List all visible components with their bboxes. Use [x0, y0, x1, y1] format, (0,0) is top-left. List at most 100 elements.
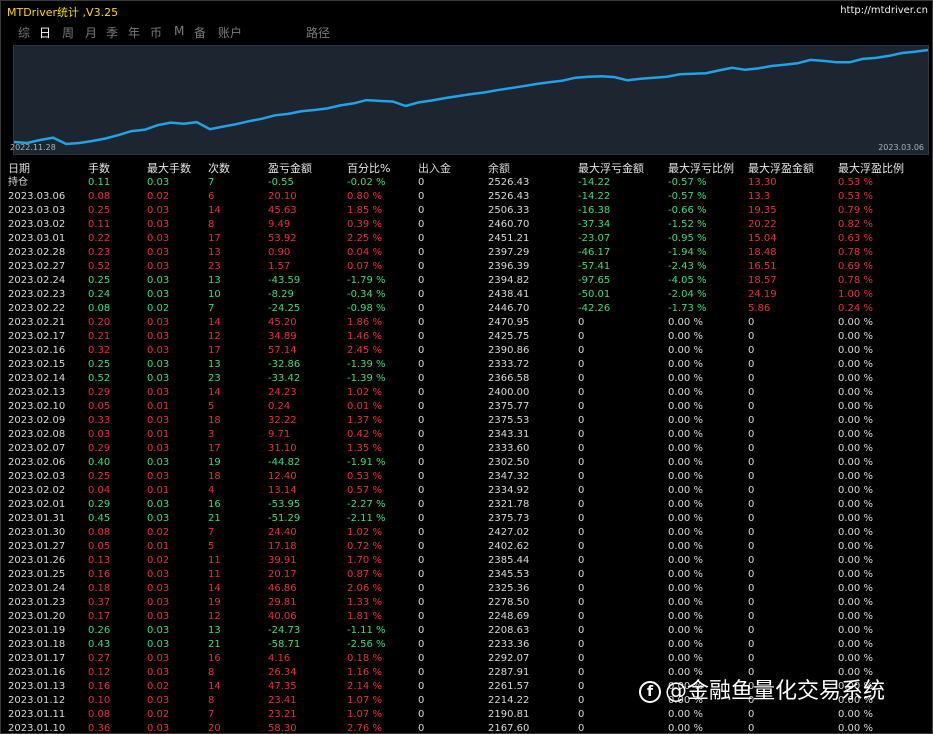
- table-cell-col-7: 2345.53: [488, 569, 530, 580]
- table-cell-col-4: -24.25: [268, 303, 301, 314]
- column-header-11[interactable]: 最大浮盈比例: [838, 162, 904, 176]
- table-row[interactable]: 2023.02.01 0.29 0.03 16 -53.95 -2.27 % 0 2321.7…: [8, 498, 932, 512]
- table-row[interactable]: 2023.02.14 0.52 0.03 23 -33.42 -1.39 % 0 2366.5…: [8, 372, 932, 386]
- table-cell-col-5: -2.56 %: [347, 639, 386, 650]
- menu-item-9[interactable]: 账户: [218, 24, 242, 41]
- table-cell-col-10: 0: [748, 415, 755, 426]
- menu-item-0[interactable]: 综: [18, 24, 30, 41]
- table-cell-col-4: 0.24: [268, 401, 291, 412]
- table-cell-col-8: 0: [578, 611, 585, 622]
- table-cell-col-3: 6: [208, 191, 215, 202]
- table-row[interactable]: 2023.02.27 0.52 0.03 23 1.57 0.07 % 0 2396.39 -5…: [8, 260, 932, 274]
- table-row[interactable]: 2023.01.27 0.05 0.01 5 17.18 0.72 % 0 2402.62 0 0…: [8, 540, 932, 554]
- table-row[interactable]: 2023.01.24 0.18 0.03 14 46.86 2.06 % 0 2325.36 0…: [8, 582, 932, 596]
- table-row[interactable]: 2023.01.11 0.08 0.02 7 23.21 1.07 % 0 2190.81 0 0…: [8, 708, 932, 722]
- table-cell-col-7: 2287.91: [488, 667, 530, 678]
- column-header-3[interactable]: 次数: [208, 162, 230, 176]
- menu-item-5[interactable]: 年: [128, 24, 140, 41]
- table-cell-col-1: 0.05: [88, 541, 111, 552]
- menu-item-7[interactable]: M: [174, 24, 184, 38]
- table-row[interactable]: 2023.02.28 0.23 0.03 13 0.90 0.04 % 0 2397.29 -4…: [8, 246, 932, 260]
- website-link[interactable]: http://mtdriver.cn: [840, 5, 928, 16]
- menu-item-10[interactable]: 路径: [306, 24, 330, 41]
- column-header-6[interactable]: 出入金: [418, 162, 451, 176]
- column-header-9[interactable]: 最大浮亏比例: [668, 162, 734, 176]
- column-header-2[interactable]: 最大手数: [147, 162, 191, 176]
- table-cell-col-6: 0: [418, 191, 425, 202]
- table-cell-col-0: 2023.02.08: [8, 429, 66, 440]
- column-header-0[interactable]: 日期: [8, 162, 30, 176]
- table-row[interactable]: 2023.01.26 0.13 0.02 11 39.91 1.70 % 0 2385.44 0…: [8, 554, 932, 568]
- table-cell-col-1: 0.24: [88, 289, 111, 300]
- table-row[interactable]: 2023.01.17 0.27 0.03 16 4.16 0.18 % 0 2292.07 0 0…: [8, 652, 932, 666]
- table-cell-col-10: 0: [748, 345, 755, 356]
- menu-item-6[interactable]: 币: [150, 24, 162, 41]
- table-row[interactable]: 2023.01.23 0.37 0.03 19 29.81 1.33 % 0 2278.50 0…: [8, 596, 932, 610]
- menu-item-4[interactable]: 季: [106, 24, 118, 41]
- table-cell-col-4: 20.17: [268, 569, 297, 580]
- table-cell-col-7: 2375.73: [488, 513, 530, 524]
- table-row[interactable]: 2023.03.01 0.22 0.03 17 53.92 2.25 % 0 2451.21 -…: [8, 232, 932, 246]
- column-header-10[interactable]: 最大浮盈金额: [748, 162, 814, 176]
- table-row[interactable]: 2023.01.10 0.36 0.03 20 58.30 2.76 % 0 2167.60 0…: [8, 722, 932, 733]
- table-row[interactable]: 2023.02.03 0.25 0.03 18 12.40 0.53 % 0 2347.32 0…: [8, 470, 932, 484]
- column-header-8[interactable]: 最大浮亏金额: [578, 162, 644, 176]
- table-row[interactable]: 2023.02.13 0.29 0.03 14 24.23 1.02 % 0 2400.00 0…: [8, 386, 932, 400]
- table-cell-col-3: 8: [208, 695, 215, 706]
- table-cell-col-8: 0: [578, 415, 585, 426]
- table-row[interactable]: 2023.02.17 0.21 0.03 12 34.89 1.46 % 0 2425.75 0…: [8, 330, 932, 344]
- menu-item-2[interactable]: 周: [62, 24, 74, 41]
- table-row[interactable]: 2023.01.31 0.45 0.03 21 -51.29 -2.11 % 0 2375.7…: [8, 512, 932, 526]
- table-row[interactable]: 2023.02.21 0.20 0.03 14 45.20 1.86 % 0 2470.95 0…: [8, 316, 932, 330]
- table-cell-col-2: 0.03: [147, 345, 170, 356]
- column-header-4[interactable]: 盈亏金额: [268, 162, 312, 176]
- table-cell-col-10: 0: [748, 597, 755, 608]
- table-row[interactable]: 2023.01.18 0.43 0.03 21 -58.71 -2.56 % 0 2233.3…: [8, 638, 932, 652]
- table-row[interactable]: 2023.02.24 0.25 0.03 13 -43.59 -1.79 % 0 2394.8…: [8, 274, 932, 288]
- table-cell-col-9: 0.00 %: [668, 513, 703, 524]
- table-cell-col-5: 1.85 %: [347, 205, 382, 216]
- table-row[interactable]: 2023.02.15 0.25 0.03 13 -32.86 -1.39 % 0 2333.7…: [8, 358, 932, 372]
- menu-item-3[interactable]: 月: [85, 24, 97, 41]
- menu-item-1[interactable]: 日: [39, 24, 51, 41]
- table-cell-col-0: 2023.01.23: [8, 597, 66, 608]
- table-cell-col-6: 0: [418, 443, 425, 454]
- table-cell-col-6: 0: [418, 513, 425, 524]
- table-cell-col-1: 0.33: [88, 415, 111, 426]
- table-row[interactable]: 2023.01.25 0.16 0.03 11 20.17 0.87 % 0 2345.53 0…: [8, 568, 932, 582]
- table-row[interactable]: 2023.03.06 0.08 0.02 6 20.10 0.80 % 0 2526.43 -1…: [8, 190, 932, 204]
- table-cell-col-5: -0.98 %: [347, 303, 386, 314]
- table-row[interactable]: 2023.02.09 0.33 0.03 18 32.22 1.37 % 0 2375.53 0…: [8, 414, 932, 428]
- table-row[interactable]: 2023.02.22 0.08 0.02 7 -24.25 -0.98 % 0 2446.70…: [8, 302, 932, 316]
- table-cell-col-8: -46.17: [578, 247, 611, 258]
- table-cell-col-2: 0.03: [147, 667, 170, 678]
- table-row[interactable]: 2023.02.02 0.04 0.01 4 13.14 0.57 % 0 2334.92 0 0…: [8, 484, 932, 498]
- table-row[interactable]: 2023.03.03 0.25 0.03 14 45.63 1.85 % 0 2506.33 -…: [8, 204, 932, 218]
- table-row[interactable]: 2023.01.20 0.17 0.03 12 40.06 1.81 % 0 2248.69 0…: [8, 610, 932, 624]
- column-header-5[interactable]: 百分比%: [347, 162, 390, 176]
- table-row[interactable]: 2023.02.06 0.40 0.03 19 -44.82 -1.91 % 0 2302.5…: [8, 456, 932, 470]
- table-cell-col-2: 0.03: [147, 289, 170, 300]
- table-row[interactable]: 持仓 0.11 0.03 7 -0.55 -0.02 % 0 2526.43 -14.22 -0.…: [8, 176, 932, 190]
- column-header-1[interactable]: 手数: [88, 162, 110, 176]
- table-row[interactable]: 2023.02.07 0.29 0.03 17 31.10 1.35 % 0 2333.60 0…: [8, 442, 932, 456]
- table-cell-col-2: 0.03: [147, 359, 170, 370]
- table-row[interactable]: 2023.01.30 0.08 0.02 7 24.40 1.02 % 0 2427.02 0 0…: [8, 526, 932, 540]
- table-cell-col-6: 0: [418, 401, 425, 412]
- table-cell-col-9: -1.94 %: [668, 247, 707, 258]
- table-row[interactable]: 2023.02.16 0.32 0.03 17 57.14 2.45 % 0 2390.86 0…: [8, 344, 932, 358]
- column-header-7[interactable]: 余额: [488, 162, 510, 176]
- table-cell-col-2: 0.03: [147, 653, 170, 664]
- table-row[interactable]: 2023.03.02 0.11 0.03 8 9.49 0.39 % 0 2460.70 -37…: [8, 218, 932, 232]
- table-row[interactable]: 2023.02.08 0.03 0.01 3 9.71 0.42 % 0 2343.31 0 0.…: [8, 428, 932, 442]
- table-cell-col-9: -0.57 %: [668, 177, 707, 188]
- table-cell-col-0: 2023.02.15: [8, 359, 66, 370]
- table-cell-col-3: 8: [208, 219, 215, 230]
- table-row[interactable]: 2023.02.10 0.05 0.01 5 0.24 0.01 % 0 2375.77 0 0.…: [8, 400, 932, 414]
- menu-item-8[interactable]: 备: [194, 24, 206, 41]
- table-cell-col-8: 0: [578, 443, 585, 454]
- table-cell-col-1: 0.11: [88, 219, 111, 230]
- table-cell-col-0: 2023.02.10: [8, 401, 66, 412]
- table-row[interactable]: 2023.02.23 0.24 0.03 10 -8.29 -0.34 % 0 2438.41…: [8, 288, 932, 302]
- table-row[interactable]: 2023.01.19 0.26 0.03 13 -24.73 -1.11 % 0 2208.6…: [8, 624, 932, 638]
